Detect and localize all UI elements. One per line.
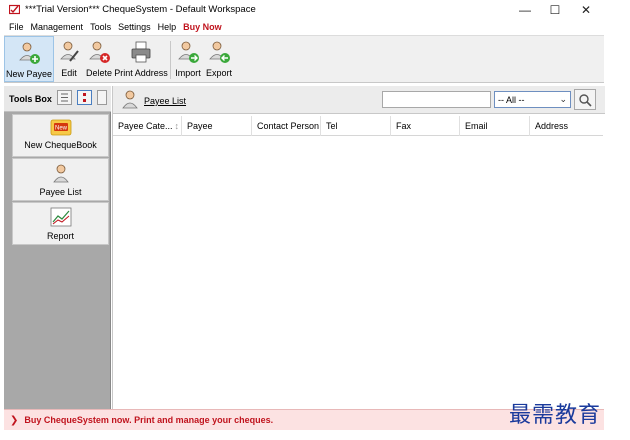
title-bar: ***Trial Version*** ChequeSystem - Defau…	[0, 0, 630, 19]
menu-bar: File Management Tools Settings Help Buy …	[0, 19, 606, 34]
toolbar: New Payee Edit Delete Print Address Impo…	[4, 35, 604, 83]
chevron-down-icon: ⌄	[559, 94, 567, 104]
column-label: Payee Cate...	[118, 121, 173, 131]
payee-icon	[52, 164, 69, 183]
tool-item-label: Report	[46, 231, 74, 241]
column-fax[interactable]: Fax	[391, 116, 460, 136]
detail-view-button[interactable]	[97, 90, 107, 105]
list-view-icon	[61, 93, 68, 102]
column-label: Fax	[396, 121, 412, 131]
tool-item-payee-list[interactable]: Payee List	[12, 158, 109, 201]
search-button[interactable]	[574, 89, 596, 110]
column-email[interactable]: Email	[460, 116, 530, 136]
tool-item-label: New ChequeBook	[24, 140, 97, 150]
edit-person-icon	[60, 41, 79, 62]
delete-person-icon	[89, 41, 110, 63]
import-person-icon	[178, 41, 199, 63]
window-title: ***Trial Version*** ChequeSystem - Defau…	[25, 4, 256, 15]
payee-table-header: Payee Cate... ↕ Payee Contact Person Tel…	[113, 116, 603, 136]
delete-button[interactable]: Delete	[84, 36, 114, 82]
tools-box-title: Tools Box	[9, 94, 52, 104]
column-tel[interactable]: Tel	[321, 116, 391, 136]
menu-file[interactable]: File	[9, 22, 24, 32]
payee-icon	[122, 90, 138, 109]
column-label: Email	[465, 121, 488, 131]
search-input[interactable]	[382, 91, 491, 108]
menu-management[interactable]: Management	[31, 22, 84, 32]
tools-box-panel: Tools Box New New ChequeBook Payee List	[4, 86, 111, 409]
edit-button[interactable]: Edit	[54, 36, 84, 82]
edit-label: Edit	[61, 68, 77, 78]
menu-settings[interactable]: Settings	[118, 22, 151, 32]
report-chart-icon	[50, 207, 71, 227]
payee-list-panel: Payee List -- All -- ⌄ Payee Cate... ↕ P…	[112, 86, 605, 409]
new-payee-label: New Payee	[5, 69, 53, 79]
column-label: Payee	[187, 121, 213, 131]
column-label: Contact Person	[257, 121, 320, 131]
sort-icon: ↕	[174, 121, 180, 131]
svg-text:New: New	[54, 126, 67, 132]
print-address-button[interactable]: Print Address	[114, 36, 168, 82]
delete-label: Delete	[85, 68, 112, 78]
filter-selected-value: -- All --	[498, 94, 525, 105]
printer-icon	[131, 41, 151, 63]
cheque-app-icon	[9, 4, 20, 15]
export-person-icon	[209, 41, 230, 63]
column-address[interactable]: Address	[530, 116, 603, 136]
new-payee-button[interactable]: New Payee	[4, 36, 54, 82]
close-button[interactable]: ✕	[569, 0, 603, 19]
menu-help[interactable]: Help	[158, 22, 177, 32]
tool-item-label: Payee List	[39, 187, 82, 197]
column-payee[interactable]: Payee	[182, 116, 252, 136]
export-button[interactable]: Export	[203, 36, 235, 82]
payee-list-header: Payee List -- All -- ⌄	[113, 86, 605, 114]
tools-box-header: Tools Box	[4, 86, 111, 112]
tool-item-new-chequebook[interactable]: New New ChequeBook	[12, 114, 109, 157]
import-button[interactable]: Import	[173, 36, 203, 82]
column-payee-category[interactable]: Payee Cate... ↕	[113, 116, 182, 136]
watermark-text: 最需教育	[509, 403, 602, 428]
column-label: Tel	[326, 121, 338, 131]
export-label: Export	[205, 68, 232, 78]
menu-tools[interactable]: Tools	[90, 22, 111, 32]
payee-list-title[interactable]: Payee List	[144, 96, 186, 106]
tool-item-report[interactable]: Report	[12, 202, 109, 245]
category-filter-select[interactable]: -- All -- ⌄	[494, 91, 571, 108]
icon-view-button[interactable]	[77, 90, 92, 105]
new-chequebook-icon: New	[50, 119, 71, 136]
toolbar-separator	[170, 41, 171, 79]
icon-view-icon	[83, 93, 86, 102]
chevron-right-icon: ❯	[10, 414, 19, 426]
column-label: Address	[535, 121, 569, 131]
print-address-label: Print Address	[114, 68, 168, 78]
minimize-button[interactable]: —	[508, 0, 542, 19]
search-icon	[579, 93, 592, 107]
buy-now-message[interactable]: Buy ChequeSystem now. Print and manage y…	[24, 415, 273, 425]
add-person-icon	[19, 42, 40, 64]
column-contact-person[interactable]: Contact Person	[252, 116, 321, 136]
import-label: Import	[175, 68, 201, 78]
menu-buy-now[interactable]: Buy Now	[183, 22, 222, 32]
maximize-button[interactable]: ☐	[538, 0, 572, 19]
list-view-button[interactable]	[57, 90, 72, 105]
